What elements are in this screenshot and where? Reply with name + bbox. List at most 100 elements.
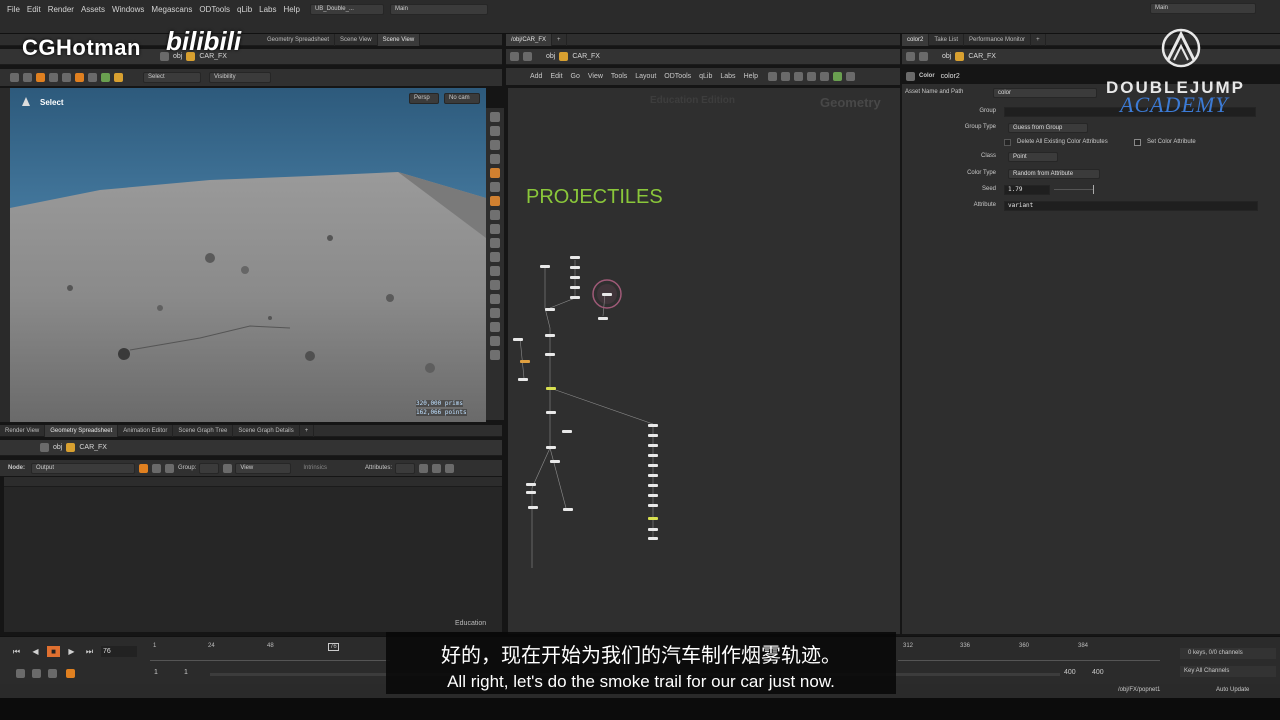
graph-node[interactable]: [570, 266, 580, 269]
tab-animation-editor[interactable]: Animation Editor: [118, 424, 174, 437]
stop-button[interactable]: ■: [47, 646, 60, 657]
graph-node[interactable]: [545, 353, 555, 356]
graph-node[interactable]: [513, 338, 523, 341]
side-tool-icon-10[interactable]: [490, 238, 500, 248]
step-back-icon[interactable]: ◀: [29, 646, 42, 657]
side-tool-icon-12[interactable]: [490, 266, 500, 276]
menu-windows[interactable]: Windows: [112, 5, 144, 14]
primitives-mode-icon[interactable]: [165, 463, 174, 473]
menu-file[interactable]: File: [7, 5, 20, 14]
side-tool-icon-11[interactable]: [490, 252, 500, 262]
graph-node[interactable]: [546, 446, 556, 449]
side-tool-icon-16[interactable]: [490, 322, 500, 332]
net-menu-view[interactable]: View: [588, 73, 603, 80]
side-tool-icon-13[interactable]: [490, 280, 500, 290]
viewport-3d[interactable]: Select Persp No cam 320,000 prims 162,06…: [10, 88, 486, 422]
net-path-car-fx[interactable]: CAR_FX: [572, 53, 600, 60]
desktop-combo[interactable]: Main: [389, 3, 488, 15]
graph-node-selected[interactable]: [520, 360, 530, 363]
view-combo[interactable]: View: [235, 462, 292, 474]
help-icon[interactable]: [445, 463, 455, 473]
seed-slider[interactable]: [1054, 189, 1094, 190]
graph-node[interactable]: [540, 265, 550, 268]
camera-button[interactable]: No cam: [444, 93, 480, 104]
graph-node[interactable]: [648, 484, 658, 487]
graph-node[interactable]: [648, 464, 658, 467]
visibility-combo[interactable]: Visibility: [209, 72, 271, 83]
graph-node[interactable]: [570, 296, 580, 299]
net-tool-icon-7[interactable]: [845, 72, 855, 81]
graph-node[interactable]: [648, 474, 658, 477]
graph-node[interactable]: [648, 494, 658, 497]
side-tool-icon-3[interactable]: [490, 140, 500, 150]
tool-icon-9[interactable]: [114, 73, 123, 82]
tool-icon-1[interactable]: [10, 73, 19, 82]
side-tool-icon-2[interactable]: [490, 126, 500, 136]
play-icon[interactable]: ▶: [65, 646, 78, 657]
attr-sort-icon[interactable]: [432, 463, 442, 473]
range-end2-field[interactable]: 400: [1092, 669, 1104, 676]
tab-performance-monitor[interactable]: Performance Monitor: [964, 33, 1032, 46]
net-menu-qlib[interactable]: qLib: [699, 73, 712, 80]
graph-node[interactable]: [563, 508, 573, 511]
back-icon-bottom[interactable]: [40, 443, 49, 452]
graph-node[interactable]: [570, 256, 580, 259]
add-tab-parm[interactable]: +: [1031, 33, 1046, 46]
status-path[interactable]: /obj/FX/popnet1: [1118, 687, 1160, 693]
net-tool-icon-3[interactable]: [793, 72, 803, 81]
color-type-combo[interactable]: Random from Attribute: [1008, 169, 1100, 179]
graph-node[interactable]: [648, 528, 658, 531]
network-editor[interactable]: Education Edition Geometry PROJECTILES: [508, 88, 900, 634]
parm-forward-icon[interactable]: [919, 52, 928, 61]
tab-take-list[interactable]: Take List: [929, 33, 965, 46]
delete-colors-checkbox[interactable]: [1004, 139, 1011, 146]
net-menu-layout[interactable]: Layout: [635, 73, 656, 80]
attr-filter-icon[interactable]: [419, 463, 429, 473]
graph-node[interactable]: [528, 506, 538, 509]
asset-combo[interactable]: color: [993, 88, 1097, 98]
audio-icon[interactable]: [48, 669, 57, 678]
desktop-tab[interactable]: UB_Double_...: [309, 3, 384, 15]
graph-node[interactable]: [526, 483, 536, 486]
menu-edit[interactable]: Edit: [27, 5, 41, 14]
jump-start-icon[interactable]: ⏮: [10, 646, 23, 657]
graph-node[interactable]: [648, 434, 658, 437]
group-type-combo[interactable]: Guess from Group: [1008, 123, 1088, 133]
menu-help[interactable]: Help: [284, 5, 300, 14]
add-tab-network[interactable]: +: [552, 33, 567, 46]
range-end-field[interactable]: 400: [1064, 669, 1076, 676]
side-tool-icon-17[interactable]: [490, 336, 500, 346]
graph-node[interactable]: [648, 504, 658, 507]
vertices-mode-icon[interactable]: [152, 463, 161, 473]
spreadsheet-table[interactable]: [4, 477, 502, 632]
filter-icon[interactable]: [223, 463, 233, 473]
range-start-field[interactable]: 1: [154, 669, 158, 676]
timeline-ruler[interactable]: 1 24 48 76: [150, 643, 390, 661]
menu-assets[interactable]: Assets: [81, 5, 105, 14]
points-mode-icon[interactable]: [139, 463, 148, 473]
tool-icon-8[interactable]: [101, 73, 110, 82]
side-tool-icon-1[interactable]: [490, 112, 500, 122]
menu-labs[interactable]: Labs: [259, 5, 276, 14]
tool-icon-2[interactable]: [23, 73, 32, 82]
tab-geometry-spreadsheet-bottom[interactable]: Geometry Spreadsheet: [45, 424, 119, 437]
net-back-icon[interactable]: [510, 52, 519, 61]
parm-path-car-fx[interactable]: CAR_FX: [968, 53, 996, 60]
net-menu-help[interactable]: Help: [744, 73, 758, 80]
menu-render[interactable]: Render: [48, 5, 74, 14]
graph-node[interactable]: [545, 334, 555, 337]
net-tool-icon-2[interactable]: [780, 72, 790, 81]
menu-qlib[interactable]: qLib: [237, 5, 252, 14]
parm-back-icon[interactable]: [906, 52, 915, 61]
graph-node[interactable]: [570, 286, 580, 289]
set-color-checkbox[interactable]: [1134, 139, 1141, 146]
parm-path-obj[interactable]: obj: [942, 53, 951, 60]
graph-node[interactable]: [550, 460, 560, 463]
add-tab-button[interactable]: +: [300, 424, 315, 437]
net-tool-icon-4[interactable]: [806, 72, 816, 81]
group-field[interactable]: [199, 462, 220, 474]
node-name-field[interactable]: color2: [941, 73, 960, 80]
graph-node-display[interactable]: [546, 387, 556, 390]
tool-icon-4[interactable]: [49, 73, 58, 82]
net-tool-icon-5[interactable]: [819, 72, 829, 81]
